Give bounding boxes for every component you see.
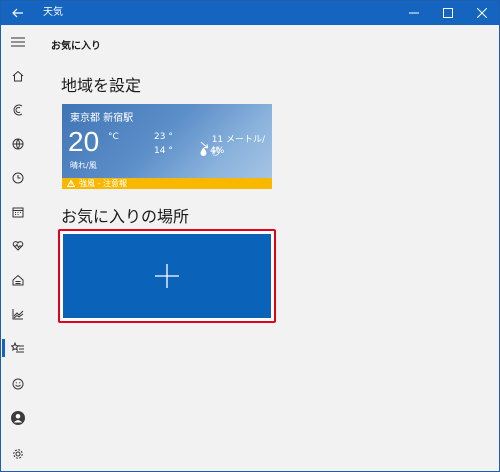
current-temperature: 20 [68, 126, 100, 157]
plus-icon [155, 264, 179, 288]
weather-alert-bar[interactable]: 強風 - 注意報 [62, 178, 272, 189]
raindrop-icon [200, 147, 207, 156]
menu-button[interactable] [1, 27, 35, 57]
gear-icon [13, 449, 23, 459]
maximize-button[interactable] [431, 1, 465, 25]
close-button[interactable] [465, 1, 499, 25]
home-icon [12, 70, 24, 82]
clock-icon [12, 172, 24, 184]
nav-favorites[interactable] [1, 333, 35, 363]
nav-feedback[interactable] [1, 369, 35, 399]
title-bar: 天気 [1, 1, 499, 25]
temperature-unit: °C [108, 132, 119, 142]
calendar-icon [12, 207, 24, 218]
nav-maps[interactable] [1, 129, 35, 159]
smiley-icon [12, 378, 24, 390]
alert-text: 強風 - 注意報 [79, 179, 127, 188]
add-favorite-button[interactable] [63, 234, 271, 318]
main-content: お気に入り 地域を設定 東京都 新宿駅 20 °C 晴れ/風 23 ° 14 °… [35, 25, 499, 471]
high-temperature: 23 ° [154, 132, 173, 142]
house-weather-icon [12, 274, 24, 286]
globe-icon [12, 138, 24, 150]
nav-calendar[interactable] [1, 197, 35, 227]
warning-icon [67, 180, 75, 187]
nav-settings[interactable] [1, 439, 35, 469]
nav-account[interactable] [1, 403, 35, 433]
precip-chance: 4% [210, 146, 225, 156]
health-icon [12, 241, 24, 251]
page-title: お気に入り [51, 41, 101, 52]
chart-icon [12, 309, 24, 320]
minimize-button[interactable] [397, 1, 431, 25]
hamburger-icon [11, 37, 25, 47]
account-icon [11, 411, 25, 425]
forecast-icon [13, 104, 23, 116]
location-card[interactable]: 東京都 新宿駅 20 °C 晴れ/風 23 ° 14 ° 11 メートル/秒 4… [62, 104, 272, 189]
maximize-icon [443, 8, 453, 18]
nav-weather-news[interactable] [1, 265, 35, 295]
set-location-heading: 地域を設定 [61, 76, 142, 95]
back-arrow-icon [12, 8, 23, 18]
active-indicator [2, 339, 5, 357]
back-button[interactable] [1, 1, 35, 25]
weather-condition: 晴れ/風 [70, 161, 97, 170]
weather-app-window: 天気 お気に入り 地域を設定 東京都 新宿駅 20 °C 晴れ/風 23 ° 1… [0, 0, 500, 472]
nav-health[interactable] [1, 231, 35, 261]
location-name: 東京都 新宿駅 [70, 113, 134, 124]
nav-forecast[interactable] [1, 95, 35, 125]
nav-charts[interactable] [1, 299, 35, 329]
nav-rail [1, 25, 35, 471]
favorite-places-heading: お気に入りの場所 [61, 207, 190, 226]
close-icon [477, 8, 487, 18]
nav-history[interactable] [1, 163, 35, 193]
favorites-icon [11, 342, 24, 353]
minimize-icon [409, 12, 419, 14]
precip-info: 4% [200, 146, 224, 156]
nav-home[interactable] [1, 61, 35, 91]
low-temperature: 14 ° [154, 146, 173, 156]
window-title: 天気 [43, 7, 63, 18]
add-favorite-highlight [58, 229, 276, 323]
